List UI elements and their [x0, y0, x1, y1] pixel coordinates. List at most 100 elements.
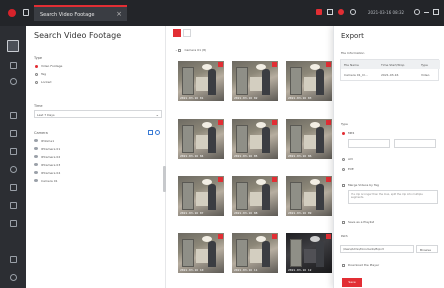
save-button-label: Save	[348, 280, 356, 284]
video-thumbnail[interactable]: 2021-03-16 04	[178, 119, 224, 159]
camera-icon	[34, 179, 38, 182]
type-option-locked[interactable]: Locked	[35, 80, 51, 84]
camera-icon	[34, 155, 38, 158]
help-icon[interactable]	[10, 274, 17, 281]
option-label: MP4	[347, 131, 355, 135]
video-thumbnail[interactable]: 2021-03-16 02	[232, 61, 278, 101]
device-icon[interactable]	[10, 130, 17, 137]
video-thumbnail[interactable]: 2021-03-16 09	[286, 176, 332, 216]
lock-icon	[218, 120, 223, 125]
camera-item[interactable]: IPCamera 01	[34, 147, 162, 155]
table-cell: 2021-03-16	[381, 73, 399, 77]
radio-icon	[35, 64, 38, 68]
lock-icon	[218, 62, 223, 67]
thumbnail-caption: 2021-03-16 07	[180, 211, 204, 215]
video-thumbnail[interactable]: 2021-03-16 08	[232, 176, 278, 216]
page-title: Search Video Footage	[34, 31, 122, 40]
browse-button[interactable]: Browse	[416, 245, 438, 253]
camera-item[interactable]: IPCamera 04	[34, 171, 162, 179]
file-table: File Name Time Start/Stop Type Camera 01…	[340, 59, 440, 81]
merge-option[interactable]: Merge Videos by Tag	[342, 183, 379, 187]
live-view-icon[interactable]	[10, 62, 17, 69]
path-input[interactable]: /Users/Admin/Documents/Export	[340, 245, 414, 253]
file-info-label: File Information	[341, 51, 365, 55]
thumbnail-caption: 2021-03-16 05	[234, 154, 258, 158]
camera-item[interactable]: IPCamera 03	[34, 163, 162, 171]
more-button[interactable]	[183, 29, 191, 37]
search-panel: Search Video Footage Type Video Footage …	[26, 26, 166, 288]
format-option-avi[interactable]: AVI	[342, 157, 353, 161]
thumbnail-caption: 2021-03-16 09	[288, 211, 312, 215]
camera-list: IPdome1 IPCamera 01 IPCamera 02 IPCamera…	[34, 139, 162, 279]
person-icon[interactable]	[10, 166, 17, 173]
save-button[interactable]: Save	[342, 278, 362, 287]
camera-item[interactable]: IPdome1	[34, 139, 162, 147]
start-time-input[interactable]	[348, 139, 390, 148]
camera-filter-icon[interactable]	[155, 130, 160, 135]
type-option-video[interactable]: Video Footage	[35, 64, 62, 68]
tab-search-video-footage[interactable]: Search Video Footage ×	[34, 5, 127, 21]
format-option-mp4[interactable]: MP4	[342, 131, 354, 135]
close-icon[interactable]	[433, 9, 439, 15]
settings-icon[interactable]	[350, 9, 356, 15]
video-thumbnail[interactable]: 2021-03-16 03	[286, 61, 332, 101]
checkbox-icon	[342, 263, 345, 267]
radio-icon	[35, 80, 38, 84]
file-table-header: File Name Time Start/Stop Type	[341, 60, 440, 69]
notification-icon[interactable]	[338, 9, 344, 15]
camera-icon	[34, 139, 38, 142]
time-select[interactable]: Last 7 Days ⌄	[34, 110, 162, 118]
access-icon[interactable]	[10, 184, 17, 191]
lock-icon	[326, 62, 331, 67]
end-time-input[interactable]	[394, 139, 436, 148]
minimize-icon[interactable]	[424, 12, 429, 13]
map-icon[interactable]	[10, 148, 17, 155]
camera-item-label: IPCamera 03	[41, 163, 61, 167]
playback-icon[interactable]	[10, 78, 17, 85]
video-thumbnail[interactable]: 2021-03-16 05	[232, 119, 278, 159]
file-table-row[interactable]: Camera 01_Cl... 2021-03-16 Video	[341, 71, 440, 79]
user-icon[interactable]	[414, 9, 420, 15]
video-thumbnail[interactable]: 2021-03-16 01	[178, 61, 224, 101]
status-text: 2021-03-16 08:32	[368, 10, 405, 15]
event-icon[interactable]	[10, 112, 17, 119]
video-thumbnail[interactable]: 2021-03-16 11	[232, 233, 278, 273]
download-icon[interactable]	[327, 9, 333, 15]
search-icon[interactable]	[7, 40, 19, 52]
chevron-down-icon: ⌄	[175, 48, 178, 52]
video-thumbnail[interactable]: 2021-03-16 07	[178, 176, 224, 216]
radio-icon	[342, 157, 345, 161]
radio-icon	[35, 72, 38, 76]
video-thumbnail[interactable]: 2021-03-16 06	[286, 119, 332, 159]
alarm-icon[interactable]	[316, 9, 322, 15]
format-option-exe[interactable]: EXE	[342, 167, 354, 171]
save-playlist-option[interactable]: Save as a Playlist	[342, 220, 374, 224]
tab-close-icon[interactable]: ×	[116, 10, 122, 18]
home-icon[interactable]	[23, 9, 29, 16]
lock-icon	[272, 234, 277, 239]
thumbnail-caption: 2021-03-16 12	[288, 268, 312, 272]
video-thumbnail[interactable]: 2021-03-16 12	[286, 233, 332, 273]
thumbnail-caption: 2021-03-16 06	[288, 154, 312, 158]
camera-item[interactable]: IPCamera 02	[34, 155, 162, 163]
lock-icon	[218, 177, 223, 182]
statistics-icon[interactable]	[10, 202, 17, 209]
app-logo	[8, 9, 16, 17]
maintenance-icon[interactable]	[10, 256, 17, 263]
camera-label: Camera	[34, 131, 48, 135]
lock-icon	[326, 177, 331, 182]
alarm-panel-icon[interactable]	[10, 220, 17, 227]
download-player-option[interactable]: Download the Player	[342, 263, 379, 267]
export-panel: Export File Information File Name Time S…	[333, 26, 444, 288]
camera-item-label: IPCamera 02	[41, 155, 61, 159]
tree-node[interactable]: ⌄ Camera 01 (8)	[175, 48, 206, 52]
camera-item[interactable]: Camera 01	[34, 179, 162, 187]
type-option-tag[interactable]: Tag	[35, 72, 46, 76]
column-header: Time Start/Stop	[381, 63, 405, 67]
export-title: Export	[341, 32, 364, 40]
export-toggle-button[interactable]	[173, 29, 181, 37]
panel-scrollbar[interactable]	[163, 166, 166, 192]
camera-select-all-icon[interactable]	[148, 130, 153, 135]
video-thumbnail[interactable]: 2021-03-16 10	[178, 233, 224, 273]
thumbnail-caption: 2021-03-16 10	[180, 268, 204, 272]
